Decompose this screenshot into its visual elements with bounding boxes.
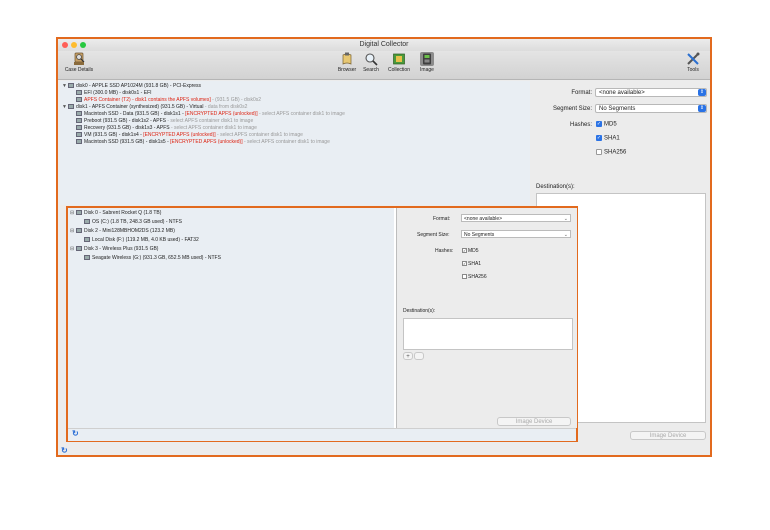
tree-row[interactable]: EFI (300.0 MB) - disk0s1 - EFI [76,90,152,97]
collection-label: Collection [388,67,410,73]
window-title: Digital Collector [359,41,409,48]
search-label: Search [363,67,379,73]
format-label: Format: [571,90,592,96]
sha1-checkbox[interactable]: ✓ SHA1 [462,261,481,267]
partition-icon [84,219,90,225]
format-select[interactable]: <none available> ⌄ [461,214,571,222]
tree-row[interactable]: ⊟ Disk 2 - Mini128MBHOM2DS (123.2 MB) [70,228,175,235]
tree-row[interactable]: VM (931.5 GB) - disk1s4 - [ENCRYPTED APF… [76,132,303,139]
hashes-label: Hashes: [569,122,592,128]
tree-row[interactable]: OS (C:) (1.8 TB, 248.3 GB used) - NTFS [84,219,182,226]
segment-size-select[interactable]: No Segments ⌄ [461,230,571,238]
volume-icon [76,111,82,117]
partition-icon [76,90,82,96]
collection-icon [392,52,406,66]
tools-icon [686,52,700,66]
case-details-icon [72,52,86,66]
tree-row[interactable]: Local Disk (F:) (119.2 MB, 4.0 KB used) … [84,237,199,244]
image-device-button[interactable]: Image Device [630,431,706,440]
checkmark-icon: ✓ [462,261,467,267]
browser-button[interactable]: Browser [336,52,358,73]
image-device-button[interactable]: Image Device [497,417,571,426]
segment-size-label: Segment Size: [552,106,592,112]
tree-row[interactable]: Preboot (931.5 GB) - disk1s2 - APFS - se… [76,118,253,125]
sha1-checkbox[interactable]: ✓ SHA1 [596,135,620,142]
collection-button[interactable]: Collection [384,52,414,73]
md5-checkbox[interactable]: ✓ MD5 [596,121,617,128]
disk-icon [76,210,82,216]
disk-icon [76,246,82,252]
segment-size-label: Segment Size: [417,232,450,238]
browser-label: Browser [337,67,357,73]
disk-icon [68,83,74,89]
partition-icon [84,237,90,243]
windows-device-tree: ⊟ Disk 0 - Sabrent Rocket Q (1.8 TB) OS (… [68,208,394,428]
tree-row[interactable]: APFS Container (T2) - disk1 contains the… [76,97,261,104]
sha256-checkbox[interactable]: SHA256 [596,149,626,156]
tree-row[interactable]: Recovery (931.5 GB) - disk1s3 - APFS - s… [76,125,257,132]
tree-row[interactable]: Macintosh SSD - Data (931.5 GB) - disk1s… [76,111,345,118]
remove-destination-button[interactable] [414,352,424,360]
refresh-icon[interactable]: ↻ [72,429,79,438]
windows-panel: ⊟ Disk 0 - Sabrent Rocket Q (1.8 TB) OS (… [66,206,578,442]
tree-row[interactable]: ▼ disk0 - APPLE SSD AP1024M (931.8 GB) - … [62,83,201,90]
tools-label: Tools [687,67,699,73]
refresh-icon[interactable]: ↻ [61,446,68,455]
device-tree: ▼ disk0 - APPLE SSD AP1024M (931.8 GB) - … [60,81,530,205]
chevron-updown-icon: ⇕ [698,105,706,112]
tree-row[interactable]: ▼ disk1 - APFS Container (synthesized) (9… [62,104,247,111]
format-label: Format: [433,216,451,222]
chevron-updown-icon: ⇕ [698,89,706,96]
tree-row[interactable]: Seagate Wireless (G:) (931.3 GB, 652.5 M… [84,255,221,262]
volume-icon [76,118,82,124]
format-select[interactable]: <none available> ⇕ [595,88,707,97]
status-bar: ↻ [68,428,576,441]
destinations-label: Destination(s): [536,184,575,190]
sha256-checkbox[interactable]: SHA256 [462,274,487,280]
checkmark-icon: ✓ [596,121,602,127]
tree-row[interactable]: ⊟ Disk 3 - Wireless Plus (931.5 GB) [70,246,158,253]
tree-row[interactable]: ⊟ Disk 0 - Sabrent Rocket Q (1.8 TB) [70,210,161,217]
add-destination-button[interactable]: + [403,352,413,360]
tools-button[interactable]: Tools [682,52,704,73]
image-label: Image [420,67,434,73]
windows-image-options: Format: <none available> ⌄ Segment Size: … [396,208,577,428]
case-details-label: Case Details [64,67,94,73]
partition-icon [84,255,90,261]
destinations-list[interactable] [403,318,573,350]
volume-icon [76,139,82,145]
disk-icon [76,228,82,234]
image-button[interactable]: Image [416,52,438,73]
case-details-button[interactable]: Case Details [62,52,96,73]
title-bar: Digital Collector [58,39,710,51]
volume-icon [76,132,82,138]
destinations-label: Destination(s): [403,308,436,314]
checkmark-icon: ✓ [462,248,467,254]
checkmark-icon: ✓ [596,135,602,141]
disk-icon [68,104,74,110]
segment-size-select[interactable]: No Segments ⇕ [595,104,707,113]
image-icon [420,52,434,66]
partition-icon [76,97,82,103]
search-button[interactable]: Search [360,52,382,73]
hashes-label: Hashes: [435,248,454,254]
browser-icon [340,52,354,66]
chevron-down-icon: ⌄ [563,216,568,222]
tree-row[interactable]: Macintosh SSD (931.5 GB) - disk1s5 - [EN… [76,139,330,146]
volume-icon [76,125,82,131]
search-icon [364,52,378,66]
md5-checkbox[interactable]: ✓ MD5 [462,248,479,254]
toolbar: Case Details Browser Search Collection I… [58,51,710,80]
chevron-down-icon: ⌄ [563,232,568,238]
